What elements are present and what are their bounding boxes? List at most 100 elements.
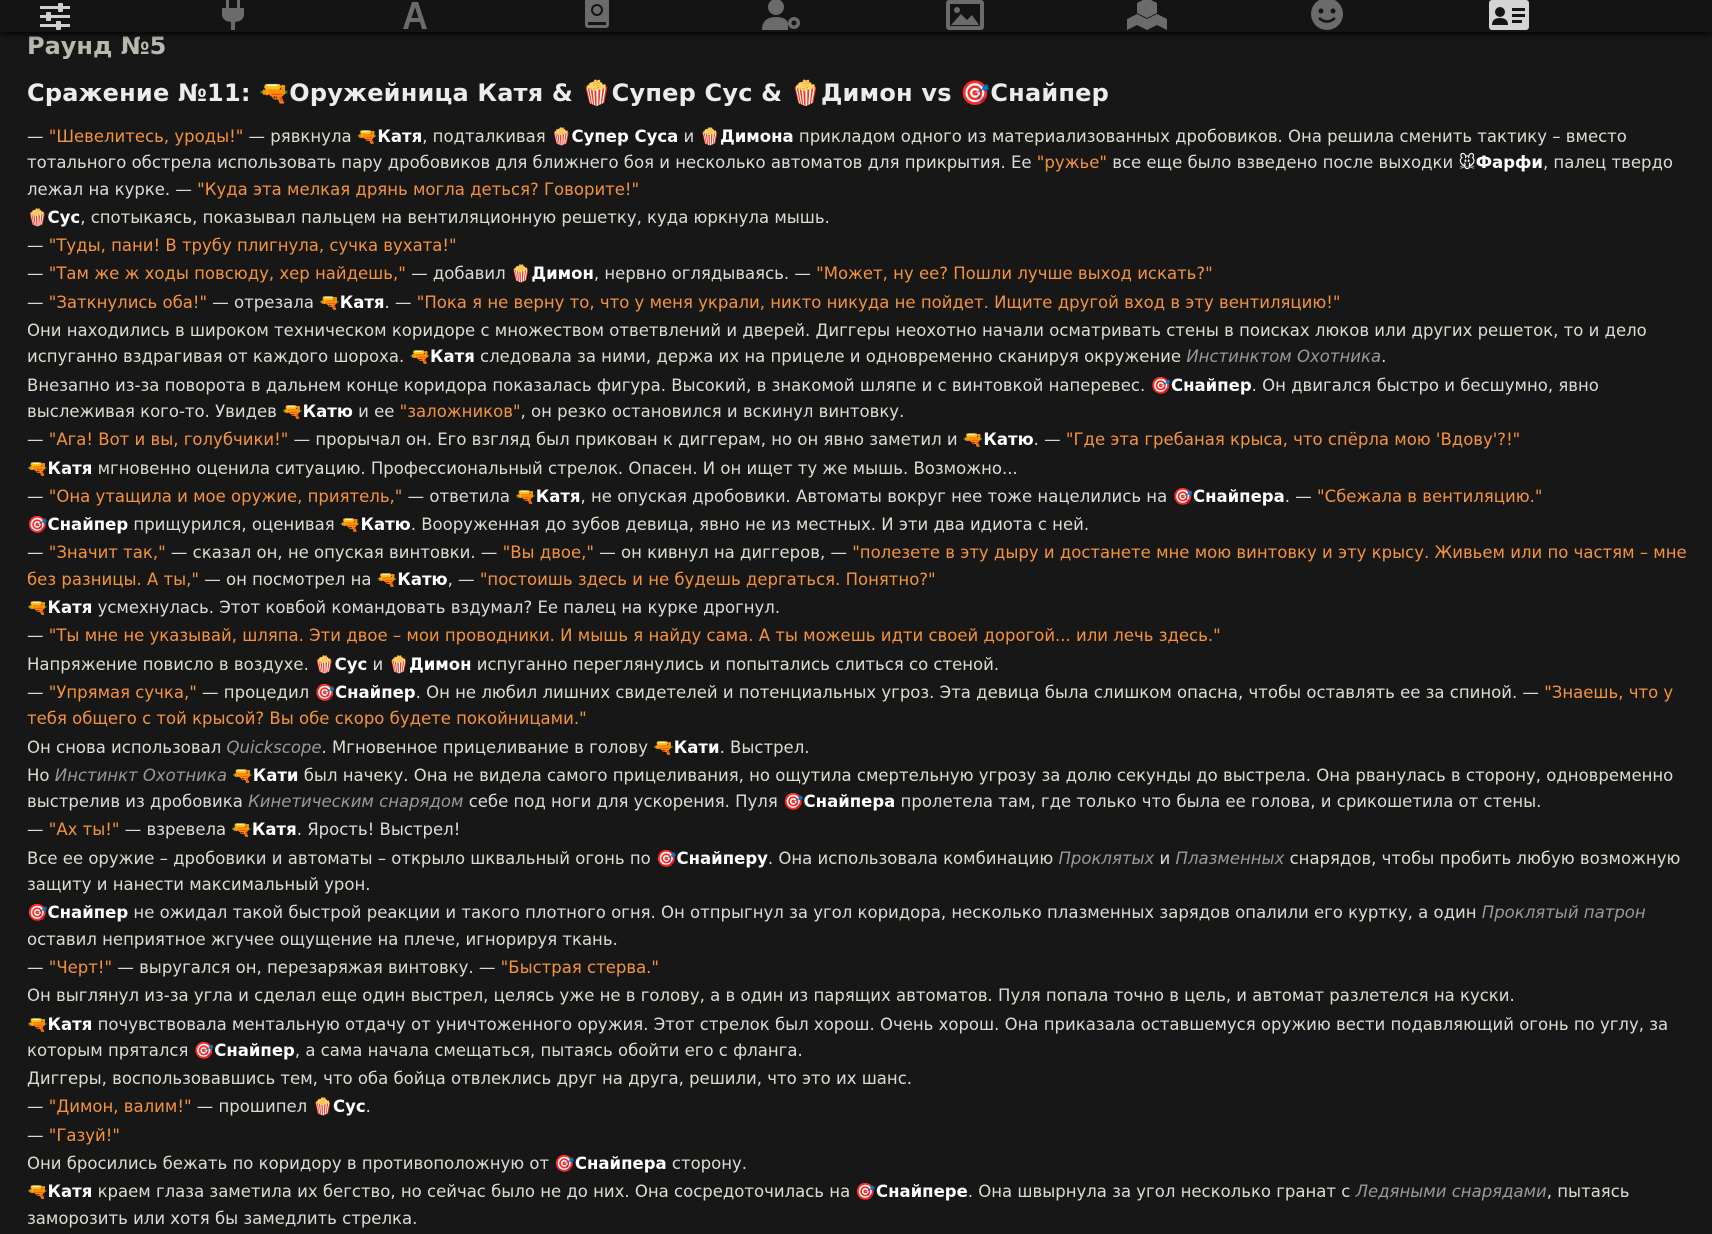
narration-text: , а сама начала смещаться, пытаясь обойт…	[294, 1040, 803, 1060]
narration-text: Он выглянул из-за угла и сделал еще один…	[27, 986, 1515, 1006]
dialogue-quote: "Может, ну ее? Пошли лучше выход искать?…	[816, 264, 1213, 284]
smile-icon[interactable]	[1305, 0, 1349, 30]
character-name: 🔫Кати	[653, 737, 720, 757]
dialogue-quote: "Сбежала в вентиляцию."	[1316, 486, 1543, 506]
story-paragraph: Напряжение повисло в воздухе. 🍿Сус и 🍿Ди…	[27, 652, 1693, 678]
story-paragraph: 🎯Снайпер прищурился, оценивая 🔫Катю. Воо…	[27, 512, 1693, 538]
story-paragraph: 🔫Катя краем глаза заметила их бегство, н…	[27, 1179, 1693, 1232]
narration-text: — сказал он, не опуская винтовки. —	[165, 543, 503, 563]
top-navigation-bar	[0, 0, 1712, 32]
narration-text: —	[27, 820, 49, 840]
narration-text: — отрезала	[207, 292, 320, 312]
narration-text: — прорычал он. Его взгляд был прикован к…	[288, 430, 963, 450]
id-card-icon[interactable]	[1487, 0, 1531, 30]
narration-text: и	[678, 127, 700, 146]
character-name: 🔫Катя	[27, 598, 93, 618]
narration-text: . —	[1284, 486, 1317, 506]
dialogue-quote: "Вы двое,"	[502, 543, 595, 563]
character-name: 🎯Снайпер	[314, 682, 416, 702]
narration-text: , —	[447, 569, 480, 589]
narration-text: — добавил	[405, 264, 511, 284]
book-icon[interactable]	[575, 0, 619, 30]
story-paragraph: — "Упрямая сучка," — процедил 🎯Снайпер. …	[27, 680, 1693, 733]
story-paragraph: — "Черт!" — выругался он, перезаряжая ви…	[27, 955, 1693, 981]
character-name: 🔫Катя	[27, 1014, 93, 1034]
character-name: 🎯Снайперу	[655, 848, 768, 868]
character-name: 🎯Снайпера	[783, 792, 896, 812]
ability-name: Проклятый патрон	[1481, 903, 1646, 923]
narration-text: следовала за ними, держа их на прицеле и…	[474, 347, 1187, 367]
ability-name: Плазменных	[1175, 848, 1285, 868]
narration-text: —	[27, 626, 49, 646]
narration-text: Они бросились бежать по коридору в проти…	[27, 1153, 555, 1173]
chat-content: Раунд №5 Сражение №11: 🔫Оружейница Катя …	[27, 26, 1693, 1234]
story-paragraph: — "Газуй!"	[27, 1123, 1693, 1149]
narration-text: — рявкнула	[243, 127, 357, 146]
dialogue-quote: "постоишь здесь и не будешь дергаться. П…	[479, 569, 936, 589]
plug-icon[interactable]	[211, 0, 255, 30]
story-paragraph: 🔫Катя усмехнулась. Этот ковбой командова…	[27, 595, 1693, 621]
story-paragraph: — "Заткнулись оба!" — отрезала 🔫Катя. — …	[27, 290, 1693, 316]
character-name: 🔫Кати	[232, 765, 299, 785]
character-name: 🔫Катя	[27, 1182, 93, 1202]
narration-text: .	[365, 1097, 371, 1117]
narration-text: —	[27, 236, 49, 256]
narration-text: —	[27, 543, 49, 563]
narration-text: испуганно переглянулись и попытались сли…	[471, 654, 1000, 674]
narration-text: все еще было взведено после выходки	[1106, 153, 1459, 173]
dialogue-quote: "Упрямая сучка,"	[48, 682, 197, 702]
story-paragraph: — "Там же ж ходы повсюду, хер найдешь," …	[27, 261, 1693, 287]
font-icon[interactable]	[393, 0, 437, 30]
story-paragraph: — "Значит так," — сказал он, не опуская …	[27, 540, 1693, 593]
narration-text: —	[27, 682, 49, 702]
narration-text: —	[27, 430, 49, 450]
character-name: 🐭Фарфи	[1458, 153, 1543, 173]
round-title: Раунд №5	[27, 32, 167, 60]
battle-title: Сражение №11: 🔫Оружейница Катя & 🍿Супер …	[27, 79, 1109, 107]
story-paragraph: — "Она утащила и мое оружие, приятель," …	[27, 484, 1693, 510]
dialogue-quote: "Там же ж ходы повсюду, хер найдешь,"	[48, 264, 406, 284]
sliders-icon[interactable]	[33, 0, 77, 30]
image-icon[interactable]	[943, 0, 987, 30]
narration-text: . —	[1033, 430, 1066, 450]
story-paragraph: Они находились в широком техническом кор…	[27, 318, 1693, 371]
narration-text: пролетела там, где только что была ее го…	[895, 792, 1542, 812]
narration-text: — прошипел	[191, 1097, 313, 1117]
character-name: 🔫Катя	[231, 820, 297, 840]
ability-name: Инстинктом Охотника	[1186, 347, 1382, 367]
story-paragraph: 🔫Катя почувствовала ментальную отдачу от…	[27, 1012, 1693, 1065]
narration-text: Все ее оружие – дробовики и автоматы – о…	[27, 848, 656, 868]
narration-text: —	[27, 127, 49, 146]
ability-name: Ледяными снарядами	[1355, 1182, 1547, 1202]
dialogue-quote: "Газуй!"	[48, 1125, 120, 1145]
narration-text: . Выстрел.	[719, 737, 810, 757]
story-paragraph: Внезапно из-за поворота в дальнем конце …	[27, 373, 1693, 426]
character-name: 🔫Катя	[409, 347, 475, 367]
narration-text: Диггеры, воспользовавшись тем, что оба б…	[27, 1069, 913, 1089]
story-paragraph: — "Туды, пани! В трубу плигнула, сучка в…	[27, 233, 1693, 259]
narration-text: . Мгновенное прицеливание в голову	[321, 737, 654, 757]
story-paragraph: Они бросились бежать по коридору в проти…	[27, 1151, 1693, 1177]
narration-text: и	[367, 654, 389, 674]
narration-text: —	[27, 1125, 49, 1145]
narration-text: —	[27, 486, 49, 506]
character-name: 🎯Снайпер	[193, 1040, 295, 1060]
cubes-icon[interactable]	[1125, 0, 1169, 30]
dialogue-quote: "Где эта гребаная крыса, что спёрла мою …	[1065, 430, 1521, 450]
dialogue-quote: "заложников"	[399, 401, 521, 421]
story-paragraph: Он выглянул из-за угла и сделал еще один…	[27, 983, 1693, 1009]
character-name: 🍿Димон	[510, 264, 594, 284]
story-text: — "Шевелитесь, уроды!" — рявкнула 🔫Катя,…	[27, 124, 1693, 1232]
user-gear-icon[interactable]	[760, 0, 804, 30]
dialogue-quote: "Куда эта мелкая дрянь могла деться? Гов…	[197, 179, 640, 199]
story-paragraph: 🔫Катя мгновенно оценила ситуацию. Профес…	[27, 456, 1693, 482]
dialogue-quote: "Пока я не верну то, что у меня украли, …	[416, 292, 1341, 312]
story-paragraph: — "Ты мне не указывай, шляпа. Эти двое –…	[27, 623, 1693, 649]
narration-text: —	[27, 292, 49, 312]
ability-name: Кинетическим снарядом	[248, 792, 464, 812]
narration-text: Но	[27, 765, 55, 785]
narration-text: Он снова использовал	[27, 737, 227, 757]
character-name: 🔫Катя	[356, 127, 423, 146]
dialogue-quote: "Ага! Вот и вы, голубчики!"	[48, 430, 289, 450]
character-name: 🎯Снайпер	[27, 515, 129, 535]
